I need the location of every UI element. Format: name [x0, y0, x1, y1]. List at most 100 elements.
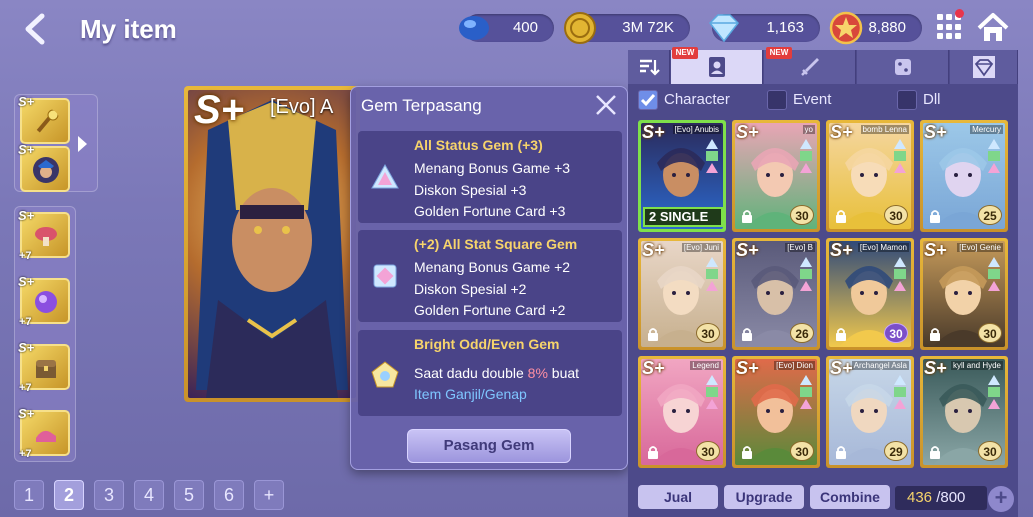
currency-gold[interactable]: 3M 72K	[564, 12, 690, 44]
level-badge: 30	[884, 205, 908, 225]
lock-icon	[648, 328, 658, 341]
level-badge: 30	[790, 205, 814, 225]
currency-blue-gem[interactable]: 400	[459, 14, 554, 42]
gem-slot-3[interactable]: S+ +7	[18, 340, 70, 394]
character-checkbox[interactable]	[638, 90, 658, 110]
currency-value: 400	[512, 19, 538, 36]
close-icon[interactable]	[594, 93, 618, 117]
character-card[interactable]: S+ [Evo] Dion 30	[732, 356, 820, 468]
expand-inventory-button[interactable]: +	[988, 486, 1014, 512]
currency-star[interactable]: 8,880	[829, 11, 922, 45]
equipped-gems	[706, 139, 720, 175]
filter-label: Dll	[923, 91, 941, 108]
gem-popup: Gem Terpasang All Status Gem (+3) Menang…	[350, 86, 628, 470]
character-portrait: S+ Legend 30	[641, 359, 723, 465]
notification-dot	[955, 9, 964, 18]
equipped-gems	[988, 139, 1002, 175]
combine-button[interactable]: Combine	[810, 485, 890, 509]
popup-title: Gem Terpasang	[361, 96, 482, 115]
lock-icon	[742, 328, 752, 341]
anubis-portrait-icon	[33, 157, 59, 183]
currency-diamond[interactable]: 1,163	[709, 14, 820, 43]
equipped-gems	[706, 257, 720, 293]
level-badge: 30	[978, 441, 1002, 461]
equipped-gems	[706, 375, 720, 411]
home-icon[interactable]	[975, 10, 1011, 46]
page-button-6[interactable]: 6	[214, 480, 244, 510]
lock-icon	[836, 446, 846, 459]
percent-value: 8%	[527, 365, 548, 381]
scepter-icon	[36, 109, 59, 133]
gem-entry-3: Bright Odd/Even Gem Saat dadu double 8% …	[358, 330, 622, 416]
lock-icon	[930, 210, 940, 223]
character-portrait: S+ Archangel Asla 29	[829, 359, 911, 465]
count-current: 436	[907, 489, 933, 506]
rank-badge: S+	[736, 123, 759, 142]
expand-arrow-icon[interactable]	[78, 136, 87, 152]
dll-checkbox[interactable]	[897, 90, 917, 110]
equip-gem-button[interactable]: Pasang Gem	[407, 429, 571, 463]
gem-slot-4[interactable]: S+ +7	[18, 406, 70, 460]
square-gem-icon	[373, 264, 397, 288]
tab-gem[interactable]	[950, 50, 1018, 84]
pentagon-gem-icon	[371, 361, 399, 388]
character-card[interactable]: S+ [Evo] Juni 30	[638, 238, 726, 350]
equip-slot-character[interactable]: S+	[18, 142, 70, 192]
character-portrait: S+ [Evo] Genie 30	[923, 241, 1005, 347]
character-card[interactable]: S+ Mercury 25	[920, 120, 1008, 232]
character-card[interactable]: S+ [Evo] Mamon 30	[826, 238, 914, 350]
page-button-5[interactable]: 5	[174, 480, 204, 510]
character-card[interactable]: S+ [Evo] Genie 30	[920, 238, 1008, 350]
selected-character-card[interactable]	[184, 86, 360, 402]
upgrade-button[interactable]: Upgrade	[724, 485, 804, 509]
character-card[interactable]: S+ Archangel Asla 29	[826, 356, 914, 468]
tab-sort[interactable]	[628, 50, 670, 84]
gem-name: (+2) All Stat Square Gem	[414, 236, 578, 252]
page-button-3[interactable]: 3	[94, 480, 124, 510]
equip-slot-weapon[interactable]: S+	[18, 94, 70, 144]
page-button-4[interactable]: 4	[134, 480, 164, 510]
equipped-gems	[988, 257, 1002, 293]
count-max: /800	[936, 489, 966, 506]
character-name: [Evo] Dion	[774, 361, 815, 370]
character-card[interactable]: S+ kyll and Hyde 30	[920, 356, 1008, 468]
character-card[interactable]: S+ Legend 30	[638, 356, 726, 468]
page-title: My item	[80, 14, 177, 44]
add-page-button[interactable]: +	[254, 480, 284, 510]
character-name: [Evo] Genie	[957, 243, 1003, 252]
character-card[interactable]: S+ bomb Lenna 30	[826, 120, 914, 232]
back-button[interactable]	[22, 12, 52, 46]
currency-value: 8,880	[868, 19, 906, 36]
gem-slot-2[interactable]: S+ +7	[18, 274, 70, 328]
gem-effect: Golden Fortune Card +2	[414, 302, 566, 318]
character-name: yo	[802, 125, 815, 134]
gem-name: Bright Odd/Even Gem	[414, 336, 560, 352]
lock-icon	[930, 446, 940, 459]
level-badge: 25	[978, 205, 1002, 225]
equipped-gems	[800, 375, 814, 411]
gem-effect: Golden Fortune Card +3	[414, 203, 566, 219]
character-portrait: S+ Mercury 25	[923, 123, 1005, 229]
filter-row: Character Event Dll	[628, 90, 1018, 114]
page-button-1[interactable]: 1	[14, 480, 44, 510]
anubis-portrait	[196, 100, 348, 398]
level-badge: 30	[696, 441, 720, 461]
character-name: Archangel Asla	[851, 361, 909, 370]
character-card[interactable]: S+ [Evo] B 26	[732, 238, 820, 350]
gem-slot-1[interactable]: S+ +7	[18, 208, 70, 262]
gem-effect: Menang Bonus Game +2	[414, 259, 571, 275]
lock-icon	[930, 328, 940, 341]
lock-icon	[836, 328, 846, 341]
rank-badge: S+	[924, 241, 947, 260]
level-badge: 30	[978, 323, 1002, 343]
filter-label: Event	[793, 91, 832, 108]
sell-button[interactable]: Jual	[638, 485, 718, 509]
character-card[interactable]: S+ [Evo] Anubis 2 SINGLE	[638, 120, 726, 232]
page-button-2[interactable]: 2	[54, 480, 84, 510]
gem-entry-2: (+2) All Stat Square Gem Menang Bonus Ga…	[358, 230, 622, 322]
event-checkbox[interactable]	[767, 90, 787, 110]
character-portrait: S+ kyll and Hyde 30	[923, 359, 1005, 465]
character-card[interactable]: S+ yo 30	[732, 120, 820, 232]
new-badge: NEW	[766, 47, 792, 59]
tab-dice[interactable]	[857, 50, 949, 84]
